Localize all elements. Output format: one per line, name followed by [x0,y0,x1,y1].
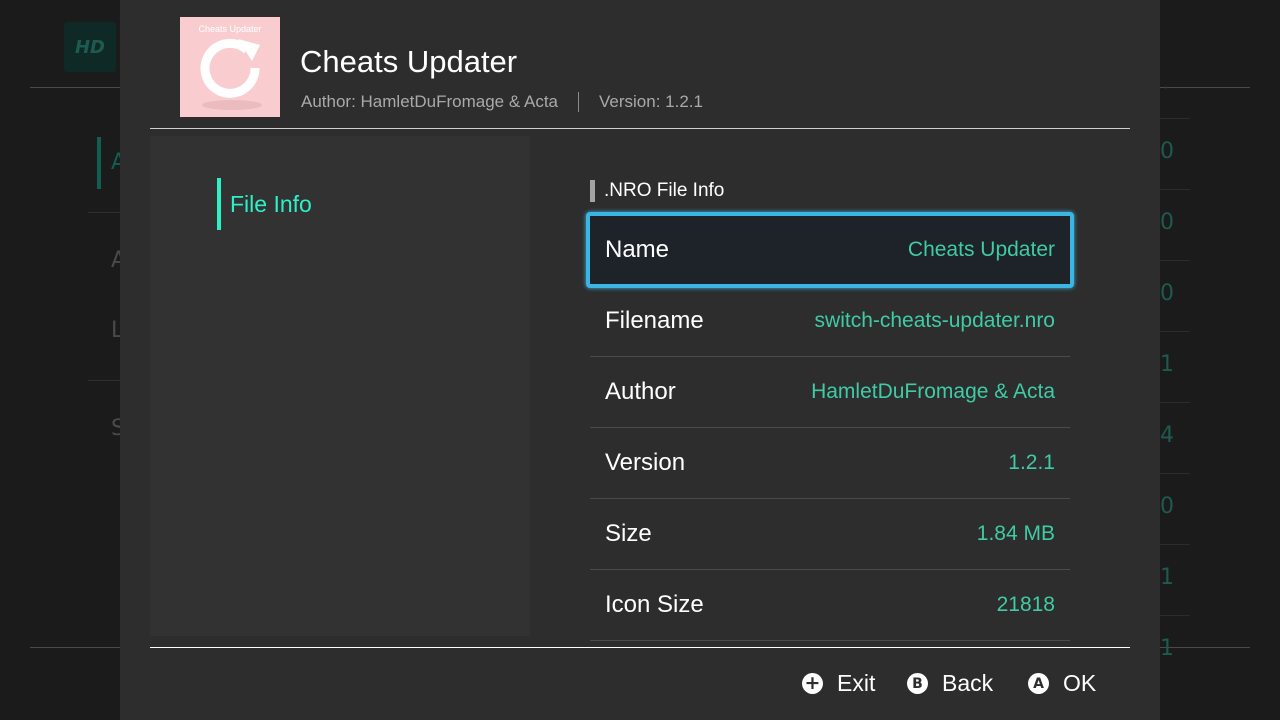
background-list-value: 0 [1160,189,1190,260]
info-key: Size [605,520,652,547]
file-info-list: Name Cheats Updater Filename switch-chea… [586,212,1074,641]
app-meta: Author: HamletDuFromage & Acta Version: … [301,92,703,112]
section-marker [590,180,595,202]
section-header: .NRO File Info [590,180,724,202]
app-icon: Cheats Updater [180,17,280,117]
version-label: Version: 1.2.1 [599,92,703,111]
sidebar-item-label: File Info [230,190,312,217]
background-divider [88,212,120,213]
background-list-value: 4 [1160,402,1190,473]
meta-separator [578,92,580,112]
info-value: 21818 [996,593,1055,616]
background-list-value: 1 [1160,544,1190,615]
info-value: Cheats Updater [907,238,1055,261]
sidebar-item-file-info[interactable]: File Info [217,178,312,230]
exit-button[interactable]: + Exit [802,670,875,697]
info-row-name[interactable]: Name Cheats Updater [586,212,1074,288]
info-value: 1.84 MB [976,522,1055,545]
info-key: Icon Size [605,591,704,618]
section-title: .NRO File Info [604,180,725,201]
button-hints: + Exit B Back A OK [120,648,1160,720]
info-key: Name [605,236,670,263]
background-list-value: 0 [1160,473,1190,544]
info-key: Filename [605,307,704,334]
back-button[interactable]: B Back [907,670,993,697]
info-key: Version [605,449,686,476]
info-value: HamletDuFromage & Acta [811,380,1055,403]
info-row-icon-size[interactable]: Icon Size 21818 [590,570,1070,641]
background-dot: · [1163,78,1169,97]
background-selection-bar [97,137,101,189]
app-title: Cheats Updater [300,44,518,79]
author-label: Author: HamletDuFromage & Acta [301,92,559,111]
file-info-dialog: Cheats Updater Cheats Updater Author: Ha… [120,0,1160,720]
background-list-value: 1 [1160,331,1190,402]
ok-label: OK [1063,670,1097,696]
info-row-filename[interactable]: Filename switch-cheats-updater.nro [590,286,1070,357]
info-key: Author [605,378,676,405]
info-row-version[interactable]: Version 1.2.1 [590,428,1070,499]
background-list-value: 0 [1160,118,1190,189]
selection-indicator [217,178,221,230]
background-divider [88,380,120,381]
icon-caption: Cheats Updater [198,24,262,34]
back-label: Back [942,670,994,696]
background-list-value: 0 [1160,260,1190,331]
exit-label: Exit [837,670,876,696]
info-row-size[interactable]: Size 1.84 MB [590,499,1070,570]
a-button-icon: A [1028,673,1049,694]
background-list-value: 1 [1160,615,1190,661]
info-row-author[interactable]: Author HamletDuFromage & Acta [590,357,1070,428]
sidebar: File Info [150,136,530,636]
ok-button[interactable]: A OK [1028,670,1096,697]
info-value: switch-cheats-updater.nro [814,309,1055,332]
info-value: 1.2.1 [1008,451,1055,474]
b-button-icon: B [907,673,928,694]
hd-logo: HD [64,22,116,72]
plus-button-icon: + [802,673,823,694]
background-right-list: 0 0 0 1 4 0 1 1 [1160,118,1190,661]
header-divider [150,128,1130,129]
